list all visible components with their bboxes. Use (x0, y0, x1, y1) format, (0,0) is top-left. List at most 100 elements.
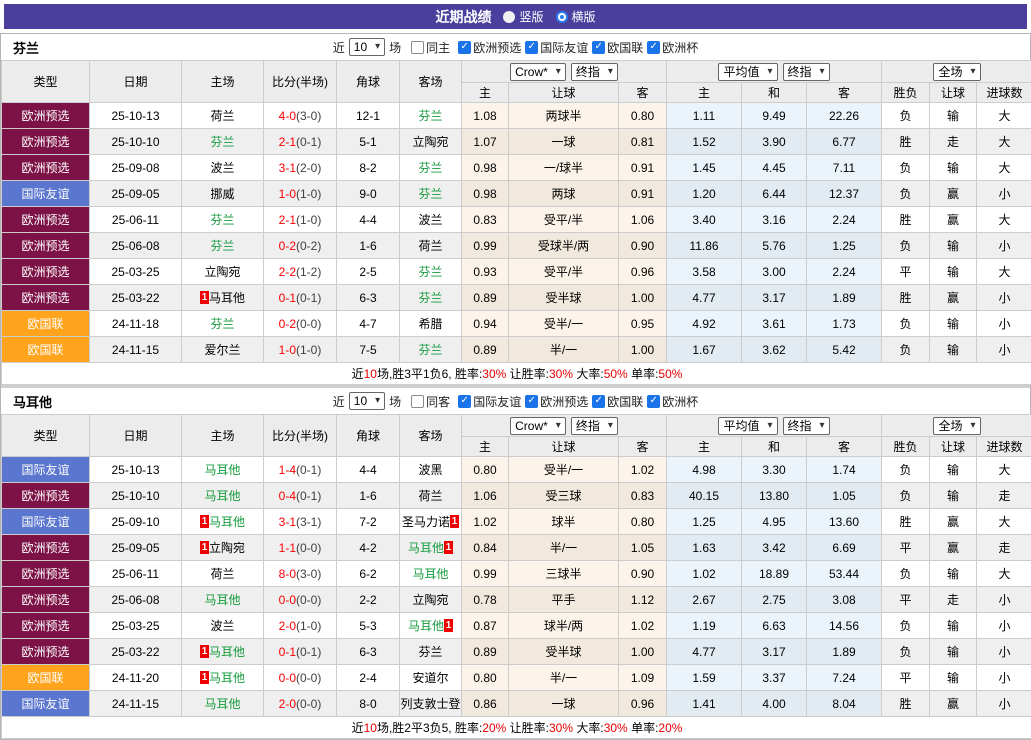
result-goals: 小 (977, 285, 1031, 311)
result-goals: 大 (977, 457, 1031, 483)
away-team-cell: 芬兰 (400, 259, 462, 285)
league-filter-checkbox[interactable]: 欧国联 (592, 393, 643, 410)
odds-stage-select[interactable]: 终指 (571, 417, 618, 435)
handicap-line: 一/球半 (509, 155, 619, 181)
home-team-cell: 荷兰 (182, 561, 264, 587)
sub-col-wdl: 胜负 (882, 437, 930, 457)
score-cell: 0-1(0-1) (264, 639, 337, 665)
team-name-text: 芬兰 (418, 343, 442, 357)
odds-stage-select2[interactable]: 终指 (783, 417, 830, 435)
league-filter-checkbox[interactable]: 欧洲预选 (525, 393, 588, 410)
scope-select[interactable]: 全场 (933, 417, 980, 435)
team-name-text: 芬兰 (418, 645, 442, 659)
red-card-badge: 1 (444, 541, 453, 554)
team-name-text: 安道尔 (412, 671, 448, 685)
team-name-text: 马耳他 (412, 567, 448, 581)
handicap-odds-group: Crow* 终指 (462, 61, 667, 83)
crow-away-odds: 1.02 (619, 457, 667, 483)
halftime-score: (0-0) (296, 671, 321, 685)
match-row: 欧国联24-11-201马耳他0-0(0-0)2-4安道尔0.80半/一1.09… (2, 665, 1031, 691)
result-wdl: 平 (882, 259, 930, 285)
recent-count-select[interactable]: 10 (349, 38, 385, 56)
corner-cell: 6-2 (337, 561, 400, 587)
league-filter-label: 欧洲预选 (473, 39, 521, 56)
result-handicap: 输 (930, 613, 977, 639)
away-team-cell: 马耳他 (400, 561, 462, 587)
handicap-line: 半/一 (509, 665, 619, 691)
red-card-badge: 1 (200, 291, 209, 304)
avg-home-odds: 2.67 (667, 587, 742, 613)
corner-cell: 5-3 (337, 613, 400, 639)
avg-away-odds: 1.05 (807, 483, 882, 509)
col-corner: 角球 (337, 61, 400, 103)
home-team-cell: 芬兰 (182, 233, 264, 259)
scope-value: 全场 (938, 419, 962, 433)
bookmaker-value: Crow* (515, 419, 548, 433)
crow-home-odds: 1.02 (462, 509, 509, 535)
avg-home-odds: 1.41 (667, 691, 742, 717)
avg-away-odds: 7.24 (807, 665, 882, 691)
match-type-cell: 欧洲预选 (2, 259, 90, 285)
handicap-line: 受平/半 (509, 259, 619, 285)
league-filter-checkbox[interactable]: 欧洲预选 (458, 39, 521, 56)
handicap-line: 三球半 (509, 561, 619, 587)
avg-away-odds: 6.69 (807, 535, 882, 561)
avg-away-odds: 8.04 (807, 691, 882, 717)
league-filter-checkbox[interactable]: 国际友谊 (458, 393, 521, 410)
stage2-value: 终指 (788, 65, 812, 79)
layout-radio-vertical[interactable]: 竖版 (503, 8, 543, 25)
score-cell: 2-1(1-0) (264, 207, 337, 233)
same-venue-checkbox[interactable]: 同客 (411, 393, 450, 410)
sub-col-away-win: 客 (807, 437, 882, 457)
home-team-cell: 马耳他 (182, 691, 264, 717)
match-row: 国际友谊25-09-101马耳他3-1(3-1)7-2圣马力诺11.02球半0.… (2, 509, 1031, 535)
team-name-text: 马耳他 (209, 291, 245, 305)
avg-draw-odds: 3.42 (742, 535, 807, 561)
score-cell: 1-1(0-0) (264, 535, 337, 561)
summary-text: 让胜率: (506, 721, 549, 735)
bookmaker-select[interactable]: Crow* (510, 63, 566, 81)
handicap-line: 两球 (509, 181, 619, 207)
league-filter-checkbox[interactable]: 国际友谊 (525, 39, 588, 56)
crow-away-odds: 0.96 (619, 691, 667, 717)
score-cell: 0-2(0-0) (264, 311, 337, 337)
halftime-score: (0-0) (296, 593, 321, 607)
home-team-cell: 1立陶宛 (182, 535, 264, 561)
average-select[interactable]: 平均值 (718, 63, 777, 81)
match-row: 欧洲预选25-06-08马耳他0-0(0-0)2-2立陶宛0.78平手1.122… (2, 587, 1031, 613)
section-finland: 芬兰 近 10 场 同主 欧洲预选国际友谊欧国联欧洲杯 类 (1, 34, 1030, 385)
same-venue-checkbox[interactable]: 同主 (411, 39, 450, 56)
home-team-cell: 芬兰 (182, 207, 264, 233)
same-venue-label: 同主 (426, 39, 450, 56)
corner-cell: 6-3 (337, 285, 400, 311)
odds-stage-select2[interactable]: 终指 (783, 63, 830, 81)
avg-draw-odds: 4.95 (742, 509, 807, 535)
scope-select[interactable]: 全场 (933, 63, 980, 81)
away-team-cell: 圣马力诺1 (400, 509, 462, 535)
league-filter-checkbox[interactable]: 欧洲杯 (647, 393, 698, 410)
score-cell: 1-0(1-0) (264, 337, 337, 363)
summary-text: 单率: (628, 721, 659, 735)
league-filter-checkbox[interactable]: 欧洲杯 (647, 39, 698, 56)
corner-cell: 9-0 (337, 181, 400, 207)
result-wdl: 负 (882, 155, 930, 181)
crow-home-odds: 0.89 (462, 285, 509, 311)
team-name-text: 荷兰 (210, 109, 234, 123)
result-goals: 大 (977, 103, 1031, 129)
team-name: 马耳他 (13, 392, 52, 411)
sub-col-away-win: 客 (807, 83, 882, 103)
average-select[interactable]: 平均值 (718, 417, 777, 435)
odds-stage-select[interactable]: 终指 (571, 63, 618, 81)
crow-away-odds: 1.00 (619, 337, 667, 363)
team-name-text: 立陶宛 (412, 135, 448, 149)
layout-radio-horizontal[interactable]: 横版 (556, 8, 596, 25)
red-card-badge: 1 (200, 541, 209, 554)
league-filter-checkbox[interactable]: 欧国联 (592, 39, 643, 56)
team-name: 芬兰 (13, 38, 39, 57)
team-name-text: 马耳他 (209, 645, 245, 659)
result-handicap: 走 (930, 587, 977, 613)
recent-count-select[interactable]: 10 (349, 392, 385, 410)
result-handicap: 输 (930, 103, 977, 129)
bookmaker-select[interactable]: Crow* (510, 417, 566, 435)
result-goals: 小 (977, 639, 1031, 665)
